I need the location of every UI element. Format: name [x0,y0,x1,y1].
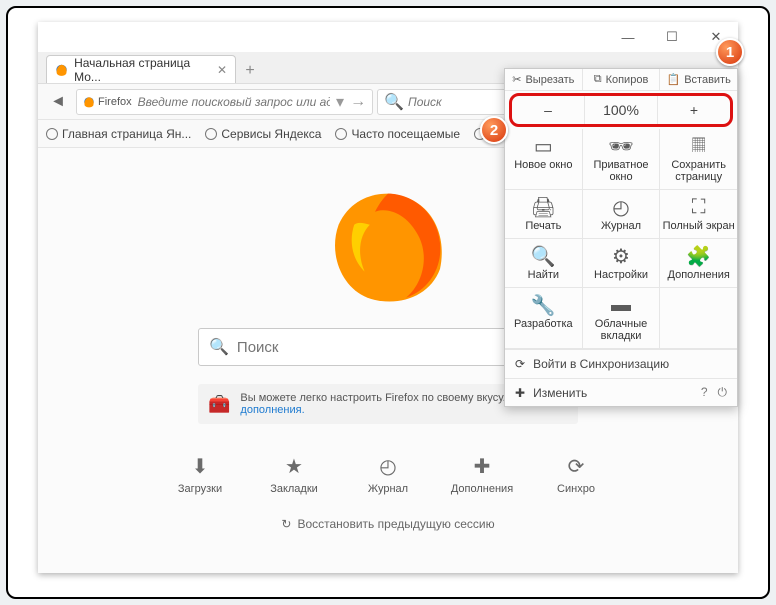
window-maximize[interactable]: ☐ [650,22,694,52]
app-menu-panel: ✂Вырезать ⧉Копиров 📋Вставить – 100% + ▭Н… [504,68,738,407]
cloud-icon: ▬ [611,294,631,316]
callout-2: 2 [480,116,508,144]
menu-sync[interactable]: ⟳ Войти в Синхронизацию [505,349,737,378]
power-icon[interactable]: ⏻ [718,385,728,400]
dropdown-icon[interactable]: ▾ [336,92,344,112]
copy-icon: ⧉ [594,73,602,86]
bookmark-item[interactable]: Сервисы Яндекса [205,127,321,141]
zoom-row: – 100% + [509,93,733,127]
copy-button[interactable]: ⧉Копиров [583,69,661,90]
back-button[interactable]: ◄ [44,88,72,116]
menu-customize[interactable]: Изменить [533,386,587,400]
restore-session[interactable]: ↻ Восстановить предыдущую сессию [281,517,494,531]
paste-button[interactable]: 📋Вставить [660,69,737,90]
tab-close-icon[interactable]: ✕ [217,63,227,77]
page-icon: 𝄜 [692,135,705,157]
sync-icon: ⟳ [568,454,585,479]
puzzle-icon: 🧩 [686,245,711,267]
mask-icon: 🕶 [608,135,633,157]
menu-fullscreen[interactable]: ⛶Полный экран [660,190,737,238]
quick-bookmarks[interactable]: ★Закладки [262,454,326,495]
clipboard-row: ✂Вырезать ⧉Копиров 📋Вставить [505,69,737,91]
bookmark-item[interactable]: Часто посещаемые [335,127,460,141]
menu-cloud-tabs[interactable]: ▬Облачные вкладки [583,288,661,348]
title-bar: — ☐ ✕ [38,22,738,52]
menu-private-window[interactable]: 🕶Приватное окно [583,129,661,189]
firefox-icon [83,96,95,108]
globe-icon [205,128,217,140]
search-icon: 🔍 [531,245,556,267]
menu-settings[interactable]: ⚙Настройки [583,239,661,287]
toolbox-icon: 🧰 [208,394,230,415]
menu-save-page[interactable]: 𝄜Сохранить страницу [660,129,737,189]
window-icon: ▭ [534,135,553,157]
star-icon: ★ [285,454,303,479]
puzzle-icon: ✚ [474,454,491,479]
gear-icon: ⚙ [612,245,630,267]
clock-icon: ◴ [612,196,629,218]
url-bar[interactable]: Firefox ▾ → [76,89,373,115]
firefox-icon [55,63,68,77]
firefox-logo [323,178,453,308]
globe-icon [335,128,347,140]
cut-button[interactable]: ✂Вырезать [505,69,583,90]
clock-icon: ◴ [379,454,396,479]
fullscreen-icon: ⛶ [692,196,706,218]
menu-developer[interactable]: 🔧Разработка [505,288,583,348]
help-icon[interactable]: ? [701,385,708,400]
addons-link[interactable]: дополнения. [240,404,304,416]
menu-print[interactable]: 🖨Печать [505,190,583,238]
print-icon: 🖨 [531,196,556,218]
sync-icon: ⟳ [515,357,525,371]
download-icon: ⬇ [192,454,209,479]
plus-icon: ✚ [515,386,525,400]
zoom-out-button[interactable]: – [512,96,585,124]
restore-icon: ↻ [281,517,291,531]
cut-icon: ✂ [512,73,521,86]
window-minimize[interactable]: — [606,22,650,52]
zoom-level: 100% [585,96,658,124]
menu-history[interactable]: ◴Журнал [583,190,661,238]
active-tab[interactable]: Начальная страница Мо... ✕ [46,55,236,83]
go-arrow-icon[interactable]: → [350,93,366,111]
paste-icon: 📋 [667,73,681,86]
globe-icon [46,128,58,140]
quick-history[interactable]: ◴Журнал [356,454,420,495]
new-tab-button[interactable]: + [236,59,264,83]
quick-sync[interactable]: ⟳Синхро [544,454,608,495]
menu-addons[interactable]: 🧩Дополнения [660,239,737,287]
menu-new-window[interactable]: ▭Новое окно [505,129,583,189]
url-input[interactable] [138,95,330,109]
identity-box: Firefox [83,96,132,108]
zoom-in-button[interactable]: + [658,96,730,124]
quick-downloads[interactable]: ⬇Загрузки [168,454,232,495]
wrench-icon: 🔧 [531,294,556,316]
callout-1: 1 [716,38,744,66]
search-icon: 🔍 [209,337,229,357]
menu-find[interactable]: 🔍Найти [505,239,583,287]
menu-empty [660,288,737,348]
search-icon: 🔍 [384,92,404,112]
bookmark-item[interactable]: Главная страница Ян... [46,127,191,141]
tab-title: Начальная страница Мо... [74,56,211,84]
quick-addons[interactable]: ✚Дополнения [450,454,514,495]
menu-footer: ✚ Изменить ? ⏻ [505,378,737,406]
quick-links: ⬇Загрузки ★Закладки ◴Журнал ✚Дополнения … [168,454,608,495]
